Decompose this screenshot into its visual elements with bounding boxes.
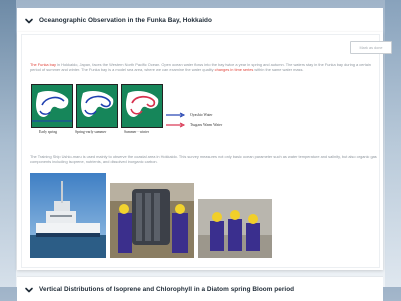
arrow-right-icon [166,122,186,128]
legend-label: Oyashio Water [190,113,213,117]
survey-paragraph: The Training Ship Ushio-maru is used mai… [30,154,377,164]
legend-label: Tsugaru Warm Water [190,123,223,127]
section-header-vertical-distributions[interactable]: Vertical Distributions of Isoprene and C… [17,276,383,301]
sampling-bottles-photo [110,183,194,258]
ship-photo [30,173,106,258]
section-title[interactable]: Oceanographic Observation in the Funka B… [39,17,212,24]
map-spring-early-summer [76,84,118,128]
intro-text-tail: within the same water mass. [253,67,304,72]
map-caption: Early spring [39,130,58,134]
chevron-down-icon[interactable] [23,283,35,295]
arrow-right-icon [166,112,186,118]
page-background-left [0,0,16,287]
map-early-spring [31,84,73,128]
crew-on-deck-photo [198,199,272,258]
intro-paragraph: The Funka bay in Hokkaido, Japan, faces … [30,62,380,72]
legend-tsugaru: Tsugaru Warm Water [166,122,222,128]
section-header-oceanographic[interactable]: Oceanographic Observation in the Funka B… [17,8,383,33]
mark-as-done-button[interactable]: Mark as done [350,41,392,54]
chevron-down-icon[interactable] [23,14,35,26]
map-caption: Summer - winter [124,130,149,134]
highlight-time-series: changes in time series [214,67,254,72]
intro-text: in Hokkaido, Japan, faces the Western No… [30,62,371,72]
map-summer-winter [121,84,163,128]
legend-oyashio: Oyashio Water [166,112,213,118]
map-caption: Spring-early summer [75,130,107,134]
